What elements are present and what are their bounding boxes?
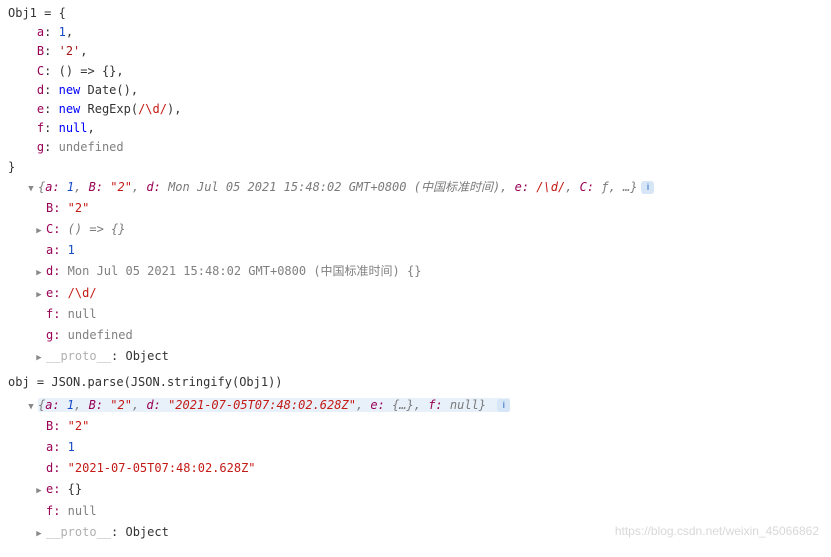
chevron-right-icon[interactable]	[34, 523, 44, 542]
obj1-proto[interactable]: __proto__: Object	[8, 346, 823, 367]
chevron-right-icon[interactable]	[34, 220, 44, 239]
info-icon[interactable]: i	[641, 181, 654, 194]
info-icon[interactable]: i	[497, 399, 510, 412]
obj1-prop-B[interactable]: B: "2"	[8, 198, 823, 219]
obj1-prop-f[interactable]: f: null	[8, 304, 823, 325]
expand-icon[interactable]	[26, 396, 36, 415]
obj2-summary-row[interactable]: {a: 1, B: "2", d: "2021-07-05T07:48:02.6…	[8, 395, 823, 416]
obj2-prop-e[interactable]: e: {}	[8, 479, 823, 500]
obj1-summary-row[interactable]: {a: 1, B: "2", d: Mon Jul 05 2021 15:48:…	[8, 177, 823, 198]
obj2-prop-B[interactable]: B: "2"	[8, 416, 823, 437]
obj2-prop-d[interactable]: d: "2021-07-05T07:48:02.628Z"	[8, 458, 823, 479]
parse-expression: obj = JSON.parse(JSON.stringify(Obj1))	[8, 373, 823, 392]
chevron-right-icon[interactable]	[34, 262, 44, 281]
obj2-prop-f[interactable]: f: null	[8, 501, 823, 522]
obj1-prop-C[interactable]: C: () => {}	[8, 219, 823, 240]
watermark: https://blog.csdn.net/weixin_45066862	[615, 522, 819, 541]
obj1-prop-a[interactable]: a: 1	[8, 240, 823, 261]
chevron-right-icon[interactable]	[34, 347, 44, 366]
obj1-prop-g[interactable]: g: undefined	[8, 325, 823, 346]
expand-icon[interactable]	[26, 178, 36, 197]
source-code: Obj1 = { a: 1, B: '2', C: () => {}, d: n…	[8, 4, 823, 177]
chevron-right-icon[interactable]	[34, 480, 44, 499]
chevron-right-icon[interactable]	[34, 284, 44, 303]
obj1-prop-e[interactable]: e: /\d/	[8, 283, 823, 304]
obj2-prop-a[interactable]: a: 1	[8, 437, 823, 458]
obj1-prop-d[interactable]: d: Mon Jul 05 2021 15:48:02 GMT+0800 (中国…	[8, 261, 823, 282]
